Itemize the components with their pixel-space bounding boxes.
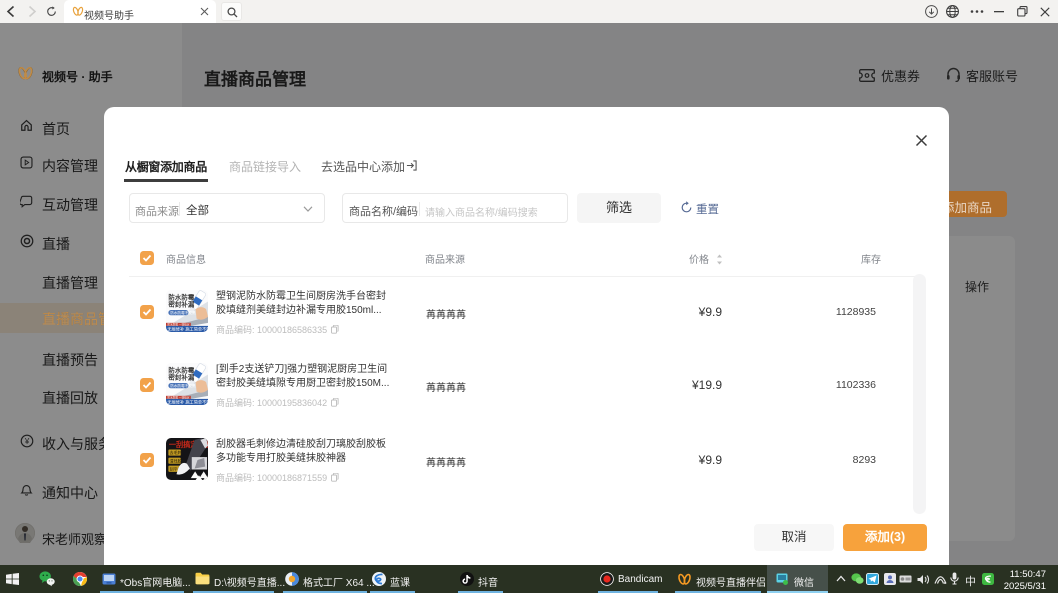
- svg-text:密封补漏: 密封补漏: [168, 300, 194, 309]
- svg-text:密封补漏: 密封补漏: [168, 373, 194, 382]
- svg-text:防水防霉不发黑: 防水防霉不发黑: [170, 310, 196, 315]
- svg-text:去毛刺: 去毛刺: [170, 449, 182, 455]
- svg-text:无痕修补 施工简单不要: 无痕修补 施工简单不要: [167, 399, 208, 405]
- svg-text:防水防霉不发黑: 防水防霉不发黑: [170, 383, 196, 388]
- svg-text:无痕修补 施工简单不要: 无痕修补 施工简单不要: [167, 326, 208, 332]
- svg-text:防水防霉: 防水防霉: [168, 366, 194, 375]
- svg-text:清残胶: 清残胶: [170, 457, 182, 463]
- svg-text:防水防霉: 防水防霉: [168, 293, 194, 302]
